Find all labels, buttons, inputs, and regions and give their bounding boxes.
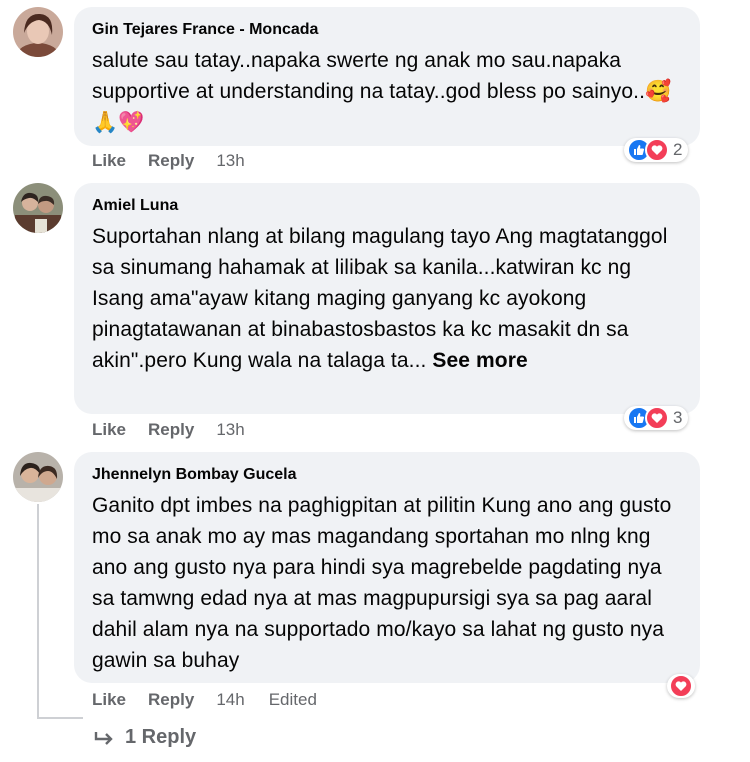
like-button[interactable]: Like: [92, 420, 126, 440]
comment-text-body: salute sau tatay..napaka swerte ng anak …: [92, 49, 646, 103]
timestamp[interactable]: 13h: [216, 151, 244, 171]
reaction-count: 3: [673, 408, 683, 427]
thread-line-branch: [37, 717, 83, 719]
edited-label: Edited: [268, 690, 317, 709]
reply-button[interactable]: Reply: [148, 420, 194, 440]
comment-text: salute sau tatay..napaka swerte ng anak …: [92, 45, 680, 138]
reaction-summary[interactable]: 3: [624, 406, 689, 430]
thread-line: [37, 504, 39, 719]
comment-bubble: Jhennelyn Bombay Gucela Ganito dpt imbes…: [74, 452, 700, 683]
reaction-summary[interactable]: [667, 674, 695, 698]
love-reaction-icon: [669, 674, 693, 698]
comment-bubble: Amiel Luna Suportahan nlang at bilang ma…: [74, 183, 700, 414]
see-more-link[interactable]: See more: [432, 349, 527, 372]
reply-button[interactable]: Reply: [148, 690, 194, 710]
comment-actions: Like Reply 14h Edited: [92, 690, 317, 710]
comment-author[interactable]: Amiel Luna: [92, 195, 680, 217]
view-replies-link[interactable]: 1 Reply: [93, 726, 196, 749]
like-button[interactable]: Like: [92, 151, 126, 171]
timestamp[interactable]: 14h: [216, 690, 244, 710]
comment-text: Suportahan nlang at bilang magulang tayo…: [92, 221, 680, 376]
reaction-summary[interactable]: 2: [624, 138, 689, 162]
love-reaction-icon: [645, 138, 669, 162]
reply-button[interactable]: Reply: [148, 151, 194, 171]
reaction-count: 2: [673, 140, 683, 159]
comment-text: Ganito dpt imbes na paghigpitan at pilit…: [92, 494, 672, 672]
avatar[interactable]: [13, 183, 63, 233]
comment-author[interactable]: Gin Tejares France - Moncada: [92, 19, 680, 41]
avatar[interactable]: [13, 7, 63, 57]
like-button[interactable]: Like: [92, 690, 126, 710]
comment-author[interactable]: Jhennelyn Bombay Gucela: [92, 464, 680, 486]
comment-actions: Like Reply 13h: [92, 420, 269, 440]
love-reaction-icon: [645, 406, 669, 430]
comment-actions: Like Reply 13h: [92, 151, 269, 171]
avatar[interactable]: [13, 452, 63, 502]
view-replies-label: 1 Reply: [125, 726, 197, 748]
comment-text-body: Suportahan nlang at bilang magulang tayo…: [92, 225, 668, 372]
timestamp[interactable]: 13h: [216, 420, 244, 440]
comment-bubble: Gin Tejares France - Moncada salute sau …: [74, 7, 700, 146]
reply-arrow-icon: [93, 730, 115, 746]
